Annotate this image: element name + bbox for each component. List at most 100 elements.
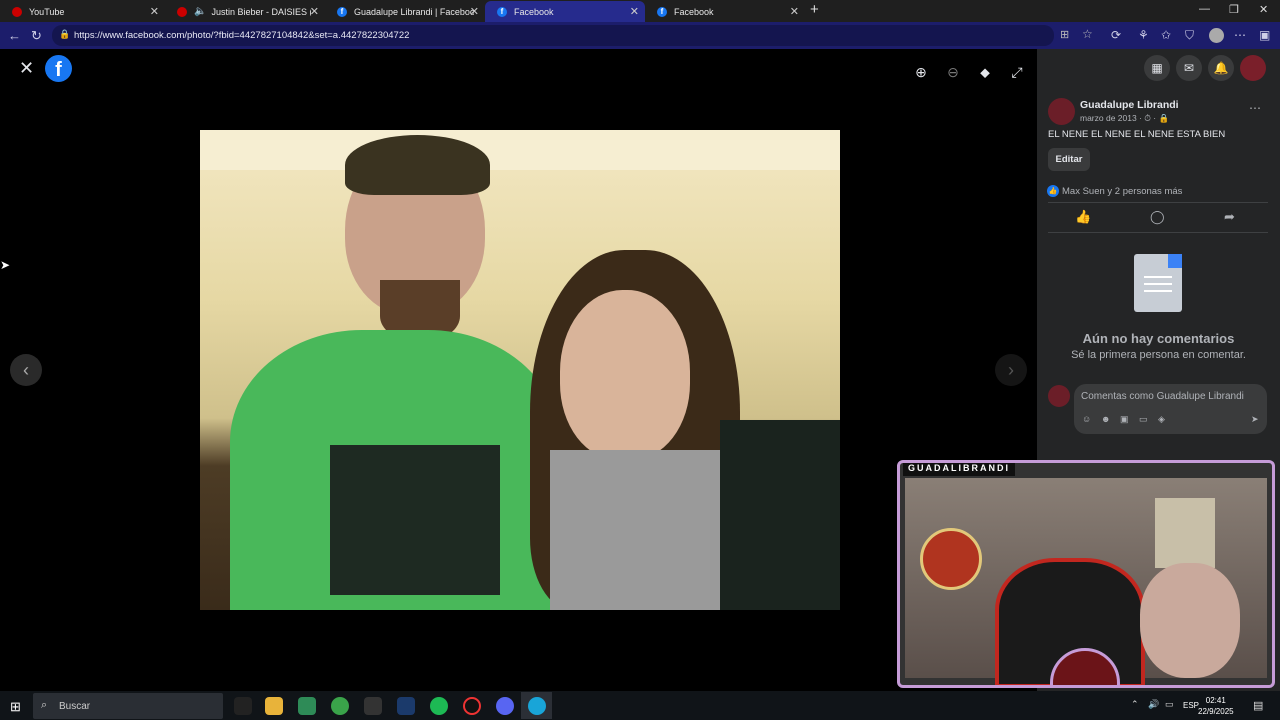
tab-guadalupe-facebook[interactable]: f Guadalupe Librandi | Facebook ✕ [325, 1, 485, 22]
shield-icon[interactable]: ⛉ [1185, 28, 1194, 43]
photo-background-wall [200, 130, 840, 170]
taskbar-search[interactable]: ⌕ Buscar [33, 693, 223, 719]
task-view-icon[interactable] [234, 697, 252, 715]
zoom-out-icon[interactable]: ⊖ [941, 60, 965, 84]
photo-person-face [560, 290, 690, 460]
streamer-face [1140, 563, 1240, 678]
photo-shirt-creeper-print [330, 445, 500, 595]
post-date[interactable]: marzo de 2013 [1080, 113, 1137, 123]
facebook-logo-icon[interactable]: f [45, 55, 72, 82]
post-caption: EL NENE EL NENE EL NENE ESTA BIEN [1048, 129, 1226, 140]
commenter-avatar[interactable] [1048, 385, 1070, 407]
comment-input[interactable]: Comentas como Guadalupe Librandi ☺ ☻ ▣ ▭… [1074, 384, 1267, 434]
tab-youtube[interactable]: YouTube ✕ [0, 1, 165, 22]
sticker-icon[interactable]: ◈ [1158, 414, 1165, 425]
network-icon[interactable]: ▭ [1165, 699, 1174, 710]
search-placeholder: Buscar [59, 701, 91, 712]
minimize-button[interactable]: — [1199, 3, 1210, 15]
reactions-summary[interactable]: Max Suen y 2 personas más [1062, 186, 1182, 197]
close-tab-icon[interactable]: ✕ [790, 5, 799, 18]
language-indicator[interactable]: ESP [1183, 701, 1199, 710]
extension-icon[interactable]: ⚘ [1138, 28, 1149, 42]
author-avatar[interactable] [1048, 98, 1075, 125]
windows-taskbar: ⊞ ⌕ Buscar ⌃ 🔊 ▭ ESP 02:41 22/9/2025 ▤ [0, 691, 1280, 720]
comment-button-icon[interactable]: ◯ [1150, 209, 1165, 225]
previous-photo-button[interactable]: ‹ [10, 354, 42, 386]
spotify-icon[interactable] [430, 697, 448, 715]
like-reaction-icon: 👍 [1047, 185, 1059, 197]
avatar-sticker-icon[interactable]: ☺ [1082, 414, 1091, 424]
notification-center-icon[interactable]: ▤ [1253, 699, 1263, 712]
lock-privacy-icon[interactable]: 🔒 [1158, 113, 1169, 123]
comment-placeholder: Comentas como Guadalupe Librandi [1081, 391, 1244, 402]
tab-justin-bieber[interactable]: 🔈 Justin Bieber - DAISIES (Audi ✕ [165, 1, 325, 22]
url-field[interactable]: 🔒 https://www.facebook.com/photo/?fbid=4… [52, 25, 1093, 46]
tab-title: Facebook [514, 6, 554, 17]
gif-icon[interactable]: ▭ [1139, 414, 1148, 425]
zoom-in-icon[interactable]: ⊕ [909, 60, 933, 84]
close-tab-icon[interactable]: ✕ [310, 5, 319, 18]
favorite-star-icon[interactable]: ☆ [1082, 27, 1093, 41]
edit-button[interactable]: Editar [1048, 148, 1090, 171]
close-viewer-button[interactable]: ✕ [19, 58, 34, 79]
send-icon[interactable]: ➤ [1251, 414, 1259, 425]
next-photo-button[interactable]: › [995, 354, 1027, 386]
chevron-up-icon[interactable]: ⌃ [1131, 699, 1139, 710]
tab-facebook-active[interactable]: f Facebook ✕ [485, 1, 645, 22]
photo-viewer: ✕ f ⊕ ⊖ ⬥ ⤢ ‹ › [0, 49, 1037, 691]
camera-icon[interactable]: ▣ [1120, 414, 1129, 425]
clock-date: 22/9/2025 [1198, 707, 1234, 716]
post-meta: marzo de 2013 · ⏱ · 🔒 [1080, 113, 1169, 124]
favorites-icon[interactable]: ✩ [1161, 28, 1171, 42]
discord-icon[interactable] [496, 697, 514, 715]
share-button-icon[interactable]: ➦ [1224, 209, 1235, 225]
close-tab-icon[interactable]: ✕ [150, 5, 159, 18]
document-line [1144, 276, 1172, 278]
close-tab-icon[interactable]: ✕ [470, 5, 479, 18]
back-icon[interactable]: ← [8, 28, 21, 43]
no-comments-title: Aún no hay comentarios [1082, 331, 1235, 346]
divider [1048, 232, 1268, 233]
lock-icon[interactable]: 🔒 [59, 29, 70, 40]
file-explorer-icon[interactable] [265, 697, 283, 715]
app-icon[interactable] [298, 697, 316, 715]
like-button-icon[interactable]: 👍 [1075, 209, 1091, 225]
menu-grid-icon[interactable]: ▦ [1144, 55, 1170, 81]
emoji-icon[interactable]: ☻ [1101, 414, 1110, 424]
tab-title: Facebook [674, 6, 714, 17]
tag-icon[interactable]: ⬥ [973, 60, 997, 84]
steam-icon[interactable] [397, 697, 415, 715]
post-author-name[interactable]: Guadalupe Librandi [1080, 99, 1179, 111]
windows-start-icon[interactable]: ⊞ [10, 699, 21, 715]
messenger-icon[interactable]: ✉ [1176, 55, 1202, 81]
document-line [1144, 290, 1172, 292]
refresh-icon[interactable]: ↻ [31, 28, 42, 44]
close-tab-icon[interactable]: ✕ [630, 5, 639, 18]
tab-title: Guadalupe Librandi | Facebook [354, 6, 474, 17]
mouse-cursor-icon: ➤ [0, 258, 11, 272]
notifications-bell-icon[interactable]: 🔔 [1208, 55, 1234, 81]
tab-title: YouTube [29, 6, 65, 17]
taskbar-clock[interactable]: 02:41 22/9/2025 [1198, 695, 1234, 717]
sync-icon[interactable]: ⟳ [1111, 28, 1121, 42]
account-avatar[interactable] [1240, 55, 1266, 81]
app-icon[interactable]: ⊞ [1060, 28, 1069, 41]
tab-facebook[interactable]: f Facebook ✕ [645, 1, 805, 22]
post-photo [200, 130, 840, 610]
new-tab-button[interactable]: + [810, 1, 819, 18]
browser-tab-bar: YouTube ✕ 🔈 Justin Bieber - DAISIES (Aud… [0, 0, 1280, 22]
profile-avatar[interactable] [1209, 28, 1224, 43]
more-menu-icon[interactable]: ⋯ [1234, 28, 1246, 42]
epic-games-icon[interactable] [364, 697, 382, 715]
sidebar-toggle-icon[interactable]: ▣ [1259, 28, 1270, 42]
restore-button[interactable]: ❐ [1229, 3, 1239, 16]
no-comments-subtitle: Sé la primera persona en comentar. [1071, 349, 1246, 361]
fullscreen-icon[interactable]: ⤢ [1005, 60, 1029, 84]
xbox-icon[interactable] [331, 697, 349, 715]
speaker-icon[interactable]: 🔈 [194, 6, 206, 17]
post-options-icon[interactable]: ⋯ [1249, 101, 1261, 115]
close-window-button[interactable]: ✕ [1259, 3, 1268, 16]
obs-icon[interactable] [463, 697, 481, 715]
volume-icon[interactable]: 🔊 [1148, 699, 1159, 710]
edge-browser-icon[interactable] [528, 697, 546, 715]
